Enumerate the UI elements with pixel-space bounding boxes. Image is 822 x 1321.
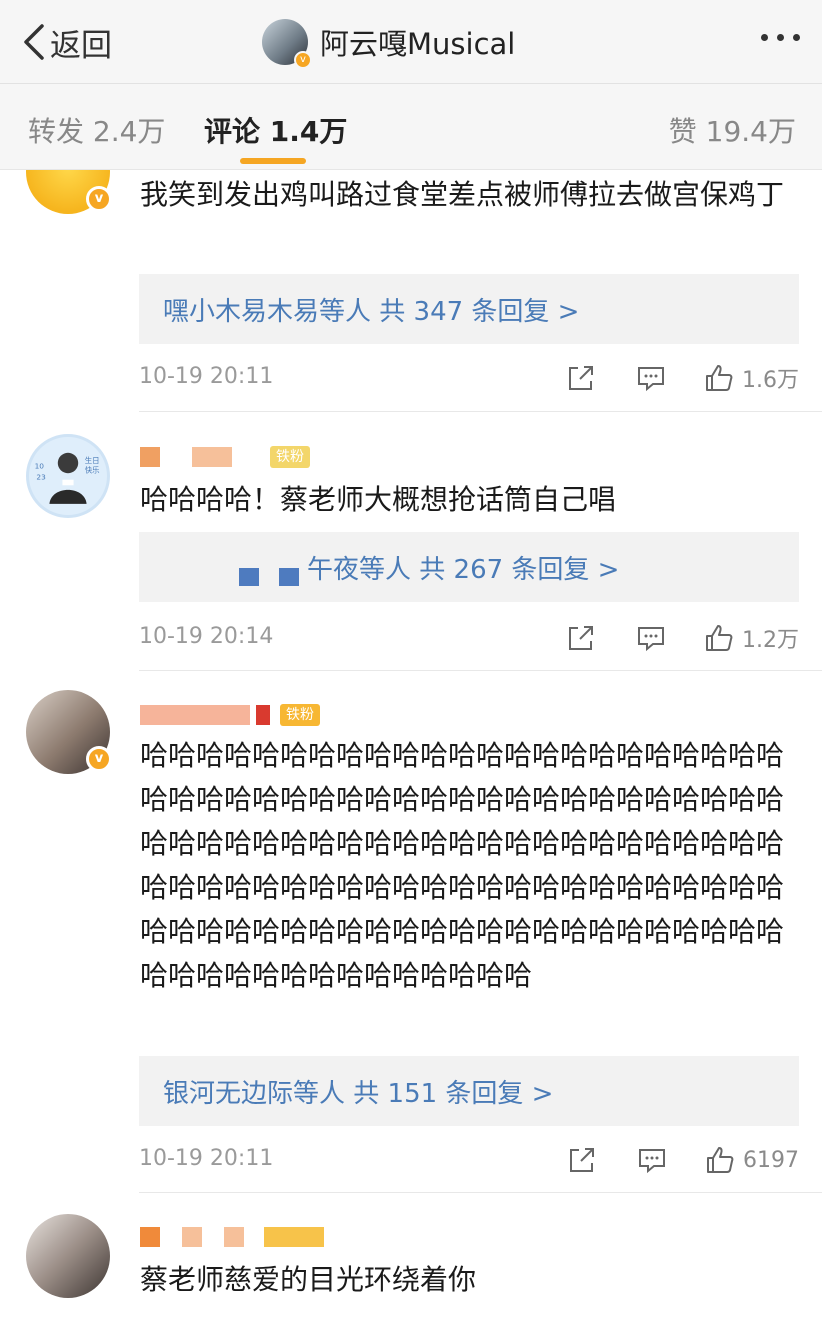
verified-badge-icon: v	[86, 186, 112, 212]
username-redacted[interactable]	[140, 1222, 324, 1252]
page-title: 阿云嘎Musical	[320, 27, 516, 61]
avatar[interactable]: v	[26, 690, 112, 774]
comment-text: 哈哈哈哈哈哈哈哈哈哈哈哈哈哈哈哈哈哈哈哈哈哈哈哈哈哈哈哈哈哈哈哈哈哈哈哈哈哈哈哈…	[140, 739, 785, 992]
thumbs-up-icon[interactable]	[705, 1145, 735, 1175]
like-count: 1.6万	[742, 368, 799, 393]
top-navigation-bar: 返回 v 阿云嘎Musical	[0, 0, 822, 84]
username-redacted[interactable]: 铁粉	[140, 700, 320, 730]
comment-meta: 10-19 20:11 1.6万	[139, 358, 799, 398]
like-count: 6197	[743, 1147, 799, 1173]
comment-text: 我笑到发出鸡叫路过食堂差点被师傅拉去做宫保鸡丁	[140, 178, 785, 211]
comment-text: 蔡老师慈爱的目光环绕着你	[140, 1263, 477, 1296]
avatar-image: 10 23 生日 快乐	[35, 452, 100, 504]
avatar-date-top: 10	[35, 462, 45, 471]
avatar[interactable]	[26, 1214, 110, 1298]
comment-item: v 我笑到发出鸡叫路过食堂差点被师傅拉去做宫保鸡丁 嘿小木易木易等人 共 347…	[0, 170, 822, 412]
comment-meta: 10-19 20:11 6197	[139, 1140, 799, 1180]
avatar-greeting-top: 生日	[85, 455, 100, 465]
avatar-date-bottom: 23	[36, 473, 46, 482]
more-dots-icon[interactable]	[761, 34, 800, 41]
back-button[interactable]: 返回	[20, 20, 112, 64]
verified-badge-icon: v	[86, 746, 112, 772]
tab-bar: 转发 2.4万 评论 1.4万 赞 19.4万	[0, 84, 822, 170]
comment-item: 蔡老师慈爱的目光环绕着你	[0, 1192, 822, 1321]
like-count: 1.2万	[742, 628, 799, 653]
comment-time: 10-19 20:11	[139, 364, 274, 389]
comment-item: 10 23 生日 快乐 铁粉 哈哈哈哈！蔡老师大概想抢话筒自己唱 午夜等人 共 …	[0, 412, 822, 671]
username-redacted[interactable]: 铁粉	[140, 442, 310, 472]
back-label: 返回	[50, 27, 112, 64]
replies-preview[interactable]: 午夜等人 共 267 条回复 >	[139, 532, 799, 602]
tab-comments[interactable]: 评论 1.4万	[204, 110, 347, 150]
replies-preview[interactable]: 嘿小木易木易等人 共 347 条回复 >	[139, 274, 799, 344]
comment-icon[interactable]	[636, 363, 666, 393]
comment-icon[interactable]	[636, 623, 666, 653]
active-tab-indicator	[240, 158, 306, 164]
fan-badge: 铁粉	[270, 446, 310, 468]
share-icon[interactable]	[566, 363, 596, 393]
fan-badge: 铁粉	[280, 704, 320, 726]
comment-icon[interactable]	[637, 1145, 667, 1175]
post-author[interactable]: v 阿云嘎Musical	[262, 16, 516, 69]
replies-preview[interactable]: 银河无边际等人 共 151 条回复 >	[139, 1056, 799, 1126]
avatar[interactable]: 10 23 生日 快乐	[26, 434, 110, 518]
tab-likes[interactable]: 赞 19.4万	[669, 110, 796, 150]
replies-link[interactable]: 嘿小木易木易等人 共 347 条回复 >	[163, 291, 579, 328]
verified-badge-icon: v	[294, 51, 312, 69]
comment-meta: 10-19 20:14 1.2万	[139, 618, 799, 658]
author-avatar[interactable]: v	[262, 19, 312, 69]
replies-link[interactable]: 午夜等人 共 267 条回复 >	[307, 549, 619, 586]
share-icon[interactable]	[567, 1145, 597, 1175]
replies-link[interactable]: 银河无边际等人 共 151 条回复 >	[163, 1073, 553, 1110]
avatar-greeting-bottom: 快乐	[85, 464, 100, 474]
avatar[interactable]: v	[26, 170, 112, 214]
chevron-left-icon	[24, 24, 44, 60]
comment-time: 10-19 20:14	[139, 624, 274, 649]
comment-list[interactable]: v 我笑到发出鸡叫路过食堂差点被师傅拉去做宫保鸡丁 嘿小木易木易等人 共 347…	[0, 170, 822, 1321]
thumbs-up-icon[interactable]	[704, 623, 734, 653]
comment-text: 哈哈哈哈！蔡老师大概想抢话筒自己唱	[140, 483, 617, 516]
comment-time: 10-19 20:11	[139, 1146, 274, 1171]
tab-reposts[interactable]: 转发 2.4万	[28, 110, 165, 150]
thumbs-up-icon[interactable]	[704, 363, 734, 393]
share-icon[interactable]	[566, 623, 596, 653]
comment-item: v 铁粉 哈哈哈哈哈哈哈哈哈哈哈哈哈哈哈哈哈哈哈哈哈哈哈哈哈哈哈哈哈哈哈哈哈哈哈…	[0, 670, 822, 1193]
